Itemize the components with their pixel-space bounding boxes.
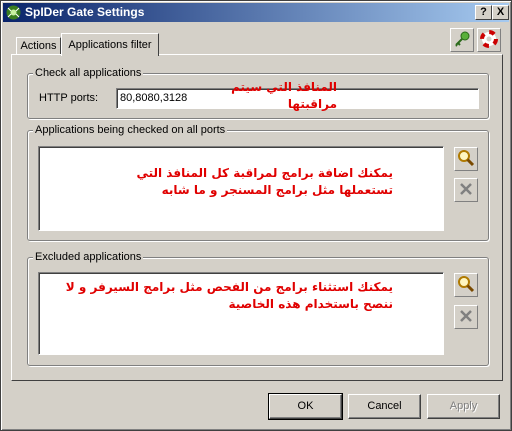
all-ports-list[interactable]: يمكنك اضافة برامج لمراقبة كل المنافذ الت…: [38, 146, 444, 231]
key-tool-button[interactable]: [450, 28, 474, 52]
lifebuoy-icon: [480, 29, 498, 51]
x-icon: [459, 309, 473, 326]
add-all-ports-button[interactable]: [454, 147, 478, 171]
excluded-group-label: Excluded applications: [33, 251, 144, 263]
http-ports-label: HTTP ports:: [39, 92, 99, 104]
help-tool-button[interactable]: [477, 28, 501, 52]
tab-applications-filter[interactable]: Applications filter: [61, 33, 159, 56]
spider-icon: [6, 5, 21, 20]
remove-all-ports-button[interactable]: [454, 178, 478, 202]
check-all-group-label: Check all applications: [33, 67, 144, 79]
all-ports-group-label: Applications being checked on all ports: [33, 124, 228, 136]
magnifier-icon: [457, 149, 475, 170]
cancel-button[interactable]: Cancel: [348, 394, 421, 419]
excluded-list[interactable]: يمكنك استثناء برامج من الفحص مثل برامج ا…: [38, 272, 444, 355]
magnifier-icon: [457, 275, 475, 296]
settings-window: SpIDer Gate Settings ? X Actions Applica…: [0, 0, 512, 431]
key-icon: [453, 30, 471, 51]
add-excluded-button[interactable]: [454, 273, 478, 297]
remove-excluded-button[interactable]: [454, 305, 478, 329]
excluded-note: يمكنك استثناء برامج من الفحص مثل برامج ا…: [65, 280, 393, 311]
x-icon: [459, 182, 473, 199]
http-ports-value: 80,8080,3128: [120, 92, 188, 104]
title-bar: SpIDer Gate Settings ? X: [3, 3, 509, 22]
all-ports-note: يمكنك اضافة برامج لمراقبة كل المنافذ الت…: [136, 166, 393, 197]
http-ports-note: المنافذ التي سيتم مراقبتها: [231, 80, 337, 111]
window-title: SpIDer Gate Settings: [25, 5, 145, 19]
help-button[interactable]: ?: [475, 5, 492, 20]
apply-button[interactable]: Apply: [427, 394, 500, 419]
ok-button[interactable]: OK: [268, 393, 343, 420]
close-button[interactable]: X: [492, 5, 509, 20]
